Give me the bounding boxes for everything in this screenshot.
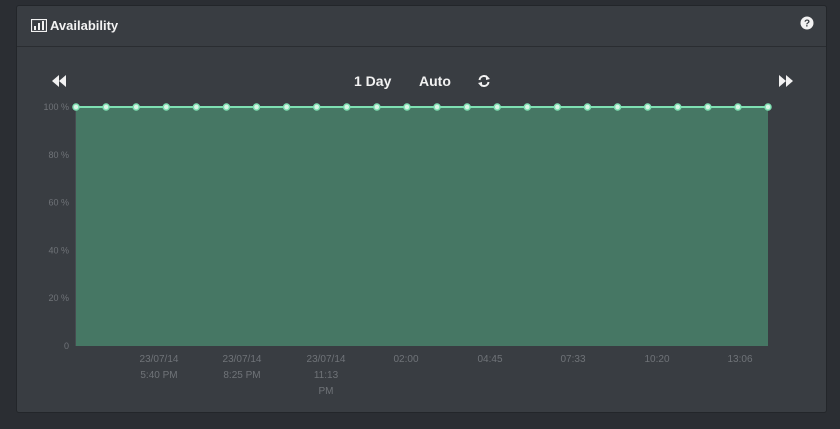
data-point [433,103,441,111]
x-tick-label: 23/07/14 [307,354,346,365]
data-point [553,103,562,111]
data-point [643,103,652,111]
data-point [704,103,712,111]
x-tick-label: 04:45 [477,354,502,365]
data-point [583,103,592,111]
y-tick-label: 40 % [48,245,69,255]
data-point [192,103,201,111]
data-point [343,103,351,111]
data-point [403,103,411,111]
x-tick-label: 10:20 [644,354,669,365]
data-point [463,103,471,111]
data-point [132,103,140,111]
data-point [373,103,381,111]
x-tick-label: 07:33 [560,354,585,365]
data-point [523,103,532,111]
data-point [613,103,622,111]
data-point [764,103,772,111]
data-point [282,103,291,111]
x-tick-label: 23/07/14 [223,354,262,365]
availability-chart: 0 20 % 40 % 60 % 80 % 100 % 23/07/14 5:40 PM 23/… [43,102,772,397]
availability-area [76,107,768,346]
data-point [312,103,321,111]
data-point [493,103,501,111]
x-tick-label: 13:06 [727,354,752,365]
y-tick-label: 0 [64,341,69,351]
x-tick-label: 8:25 PM [223,370,260,381]
y-tick-label: 100 % [43,102,69,112]
y-tick-label: 20 % [48,293,69,303]
x-tick-label: 23/07/14 [140,354,179,365]
data-point [222,103,231,111]
data-point [162,103,171,111]
y-tick-label: 60 % [48,198,69,208]
y-tick-label: 80 % [48,150,69,160]
data-point [734,103,742,111]
data-point [252,103,261,111]
x-tick-label: 5:40 PM [140,370,177,381]
data-point [673,103,682,111]
data-point [102,103,110,111]
x-tick-label: PM [319,386,334,397]
data-point [72,103,80,111]
x-tick-label: 02:00 [393,354,418,365]
x-tick-label: 11:13 [314,370,339,381]
